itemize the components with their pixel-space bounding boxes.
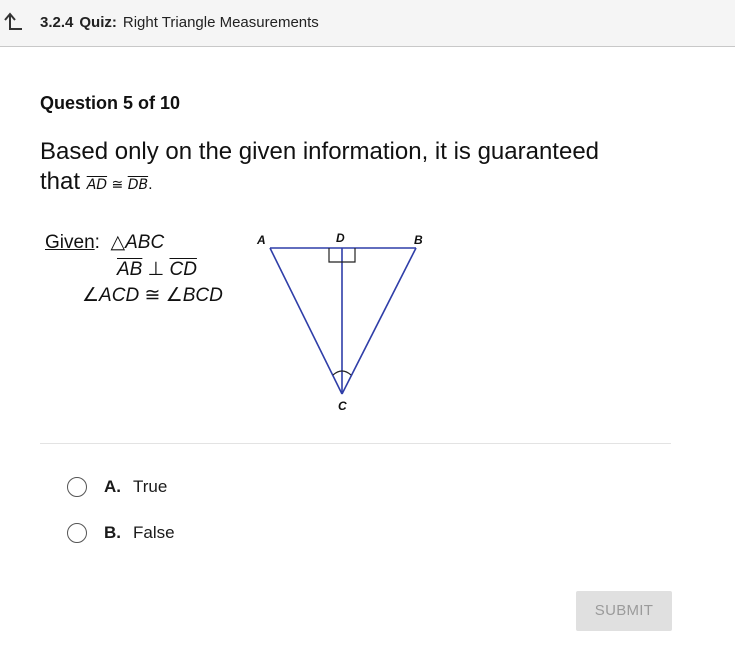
angle-symbol-2: ∠ [165,285,183,306]
divider [40,443,671,444]
quiz-kind: Quiz: [79,14,117,31]
quiz-title: Right Triangle Measurements [122,14,319,31]
submit-button[interactable]: SUBMIT [576,591,672,631]
prompt-text: Based only on the given information, it … [40,138,600,165]
back-arrow-icon[interactable] [2,10,24,34]
given-seg-cd: CD [169,259,197,280]
given-perpendicular: AB ⊥ CD [117,257,197,283]
radio-a[interactable] [67,477,87,497]
segment-db: DB [127,177,149,193]
perpendicular-symbol: ⊥ [147,259,165,280]
side-bc [341,247,417,395]
prompt-period: . [148,176,153,193]
given-angle-1: ACD [99,285,140,306]
given-block: Given: △ABC AB ⊥ CD ∠ACD ≅ ∠BCD [45,230,223,306]
quiz-number: 3.2.4 [40,14,74,31]
angle-symbol-1: ∠ [82,285,100,306]
vertex-label-d: D [336,231,345,245]
given-seg-ab: AB [117,259,143,280]
prompt-math: AD ≅ DB [87,177,148,193]
side-ac [269,247,343,395]
vertex-label-c: C [338,399,347,413]
radio-b[interactable] [67,523,87,543]
quiz-header: 3.2.4 Quiz: Right Triangle Measurements [0,0,735,47]
given-angles: ∠ACD ≅ ∠BCD [82,283,223,309]
given-angle-2: BCD [182,285,223,306]
question-prompt: Based only on the given information, it … [40,137,680,200]
question-counter: Question 5 of 10 [40,93,181,113]
option-b-text: False [133,523,175,542]
segment-ad: AD [86,177,108,193]
given-colon: : [94,232,100,253]
quiz-breadcrumb: 3.2.4 Quiz: Right Triangle Measurements [40,13,319,33]
triangle-diagram: A D B C [256,231,423,413]
triangle-symbol: △ [110,232,126,253]
given-label: Given [45,232,95,253]
option-b-letter: B. [104,523,121,542]
triangle-name: ABC [125,232,165,253]
prompt-that: that [40,168,81,195]
vertex-label-b: B [414,233,423,247]
option-a-text: True [133,477,168,496]
congruent-symbol: ≅ [111,177,124,193]
option-a-letter: A. [104,477,121,496]
vertex-label-a: A [256,233,266,247]
given-congruent-symbol: ≅ [144,285,161,306]
